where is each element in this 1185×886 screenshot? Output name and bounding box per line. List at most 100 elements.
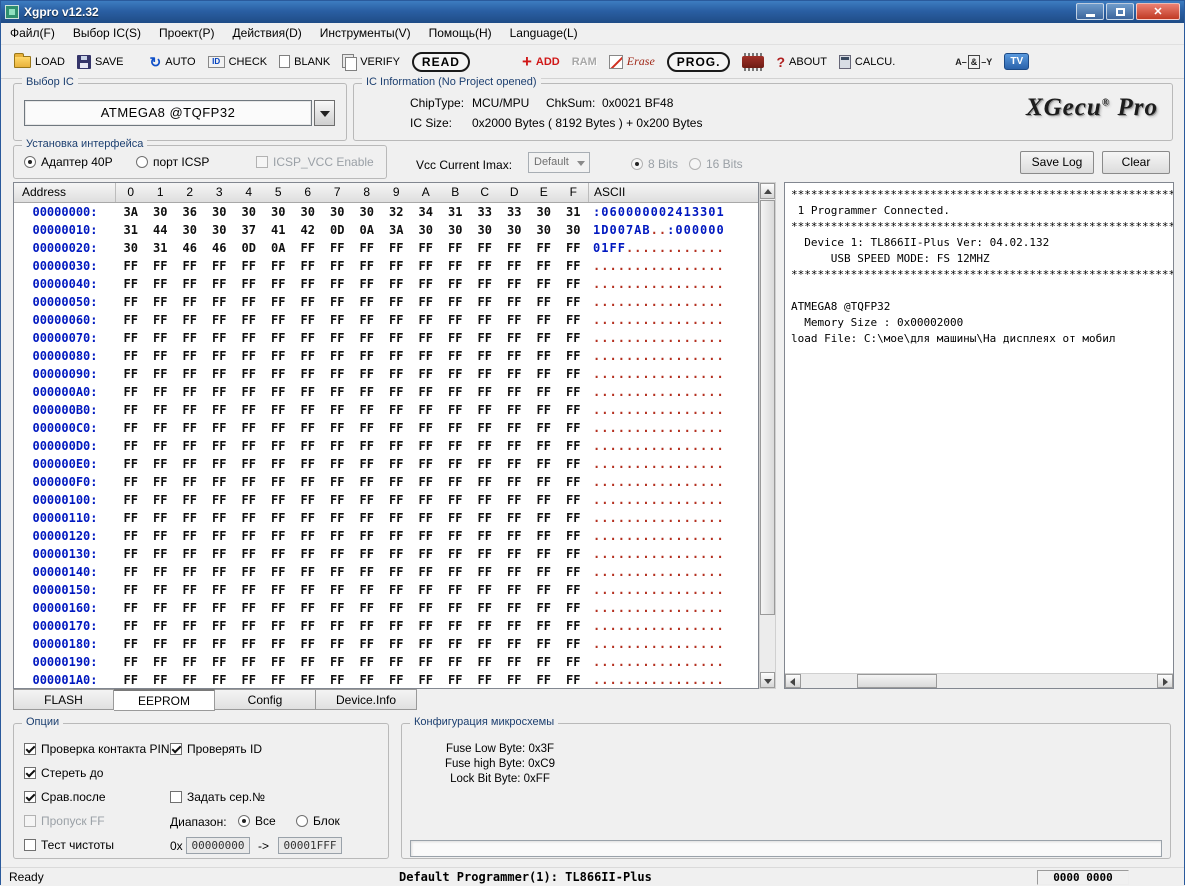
hex-byte[interactable]: FF — [116, 439, 146, 453]
hex-vertical-scrollbar[interactable] — [759, 182, 776, 689]
hex-row-000000B0[interactable]: 000000B0:FFFFFFFFFFFFFFFFFFFFFFFFFFFFFFF… — [14, 401, 758, 419]
hex-byte[interactable]: FF — [352, 673, 382, 687]
hex-byte[interactable]: FF — [234, 565, 264, 579]
hex-byte[interactable]: 33 — [470, 205, 500, 219]
menu-item-6[interactable]: Помощь(H) — [420, 23, 501, 44]
hex-byte[interactable]: FF — [559, 637, 589, 651]
check-id-button[interactable]: CHECK — [208, 56, 268, 68]
hex-byte[interactable]: FF — [559, 493, 589, 507]
hex-byte[interactable]: FF — [116, 583, 146, 597]
hex-byte[interactable]: FF — [234, 493, 264, 507]
hex-byte[interactable]: FF — [175, 259, 205, 273]
save-log-button[interactable]: Save Log — [1020, 151, 1094, 174]
hex-row-000000D0[interactable]: 000000D0:FFFFFFFFFFFFFFFFFFFFFFFFFFFFFFF… — [14, 437, 758, 455]
hex-byte[interactable]: FF — [293, 457, 323, 471]
hex-byte[interactable]: FF — [352, 331, 382, 345]
hex-byte[interactable]: FF — [234, 511, 264, 525]
hex-row-000000A0[interactable]: 000000A0:FFFFFFFFFFFFFFFFFFFFFFFFFFFFFFF… — [14, 383, 758, 401]
hex-byte[interactable]: FF — [441, 547, 471, 561]
hex-byte[interactable]: FF — [323, 367, 353, 381]
hex-byte[interactable]: FF — [323, 313, 353, 327]
hex-byte[interactable]: FF — [116, 349, 146, 363]
hex-byte[interactable]: FF — [352, 529, 382, 543]
hex-byte[interactable]: FF — [116, 403, 146, 417]
blank-test-checkbox[interactable]: Тест чистоты — [24, 838, 114, 852]
hex-byte[interactable]: 3A — [116, 205, 146, 219]
hex-byte[interactable]: FF — [146, 367, 176, 381]
hex-byte[interactable]: FF — [352, 241, 382, 255]
hex-byte[interactable]: FF — [500, 529, 530, 543]
hex-byte[interactable]: FF — [382, 619, 412, 633]
hex-byte[interactable]: FF — [441, 673, 471, 687]
hex-byte[interactable]: 31 — [146, 241, 176, 255]
hex-byte[interactable]: FF — [352, 493, 382, 507]
hex-byte[interactable]: FF — [205, 565, 235, 579]
hex-byte[interactable]: 30 — [264, 205, 294, 219]
hex-byte[interactable]: 30 — [116, 241, 146, 255]
hex-byte[interactable]: FF — [441, 367, 471, 381]
tab-flash[interactable]: FLASH — [13, 689, 114, 710]
scroll-thumb[interactable] — [857, 674, 937, 688]
log-horizontal-scrollbar[interactable] — [785, 673, 1173, 688]
hex-byte[interactable]: FF — [146, 457, 176, 471]
serial-number-checkbox[interactable]: Задать сер.№ — [170, 790, 265, 804]
hex-byte[interactable]: FF — [323, 277, 353, 291]
hex-row-00000100[interactable]: 00000100:FFFFFFFFFFFFFFFFFFFFFFFFFFFFFFF… — [14, 491, 758, 509]
hex-byte[interactable]: FF — [146, 583, 176, 597]
hex-byte[interactable]: FF — [441, 403, 471, 417]
hex-byte[interactable]: FF — [559, 529, 589, 543]
hex-byte[interactable]: FF — [175, 349, 205, 363]
hex-row-00000180[interactable]: 00000180:FFFFFFFFFFFFFFFFFFFFFFFFFFFFFFF… — [14, 635, 758, 653]
hex-byte[interactable]: FF — [234, 259, 264, 273]
hex-byte[interactable]: FF — [529, 673, 559, 687]
hex-byte[interactable]: FF — [116, 475, 146, 489]
hex-byte[interactable]: FF — [411, 565, 441, 579]
hex-byte[interactable]: FF — [559, 259, 589, 273]
hex-byte[interactable]: FF — [323, 241, 353, 255]
hex-byte[interactable]: FF — [352, 259, 382, 273]
hex-byte[interactable]: 33 — [500, 205, 530, 219]
hex-byte[interactable]: FF — [293, 403, 323, 417]
hex-byte[interactable]: FF — [559, 277, 589, 291]
hex-byte[interactable]: FF — [293, 583, 323, 597]
hex-byte[interactable]: FF — [116, 385, 146, 399]
hex-byte[interactable]: FF — [411, 367, 441, 381]
hex-byte[interactable]: FF — [559, 457, 589, 471]
hex-byte[interactable]: FF — [293, 295, 323, 309]
hex-byte[interactable]: FF — [441, 511, 471, 525]
hex-byte[interactable]: 30 — [146, 205, 176, 219]
scroll-right-button[interactable] — [1157, 674, 1173, 688]
hex-byte[interactable]: FF — [293, 259, 323, 273]
hex-byte[interactable]: FF — [382, 403, 412, 417]
hex-row-00000140[interactable]: 00000140:FFFFFFFFFFFFFFFFFFFFFFFFFFFFFFF… — [14, 563, 758, 581]
clear-button[interactable]: Clear — [1102, 151, 1170, 174]
save-button[interactable]: SAVE — [77, 55, 124, 69]
hex-byte[interactable]: FF — [146, 655, 176, 669]
hex-byte[interactable]: FF — [500, 403, 530, 417]
blank-check-button[interactable]: BLANK — [279, 55, 330, 68]
hex-row-00000150[interactable]: 00000150:FFFFFFFFFFFFFFFFFFFFFFFFFFFFFFF… — [14, 581, 758, 599]
hex-byte[interactable]: FF — [146, 529, 176, 543]
hex-byte[interactable]: FF — [382, 259, 412, 273]
tab-config[interactable]: Config — [215, 689, 316, 710]
hex-byte[interactable]: FF — [205, 277, 235, 291]
hex-byte[interactable]: FF — [175, 313, 205, 327]
hex-byte[interactable]: FF — [264, 295, 294, 309]
hex-byte[interactable]: FF — [293, 475, 323, 489]
hex-byte[interactable]: FF — [382, 241, 412, 255]
hex-byte[interactable]: FF — [234, 331, 264, 345]
menu-item-2[interactable]: Выбор IC(S) — [64, 23, 150, 44]
hex-byte[interactable]: FF — [323, 493, 353, 507]
hex-byte[interactable]: FF — [500, 637, 530, 651]
hex-byte[interactable]: FF — [116, 547, 146, 561]
hex-byte[interactable]: FF — [559, 565, 589, 579]
hex-byte[interactable]: FF — [559, 349, 589, 363]
hex-byte[interactable]: 30 — [441, 223, 471, 237]
hex-byte[interactable]: FF — [559, 547, 589, 561]
hex-byte[interactable]: FF — [264, 583, 294, 597]
hex-byte[interactable]: FF — [382, 493, 412, 507]
hex-byte[interactable]: FF — [411, 529, 441, 543]
hex-byte[interactable]: FF — [234, 295, 264, 309]
hex-byte[interactable]: FF — [293, 367, 323, 381]
hex-byte[interactable]: FF — [559, 583, 589, 597]
